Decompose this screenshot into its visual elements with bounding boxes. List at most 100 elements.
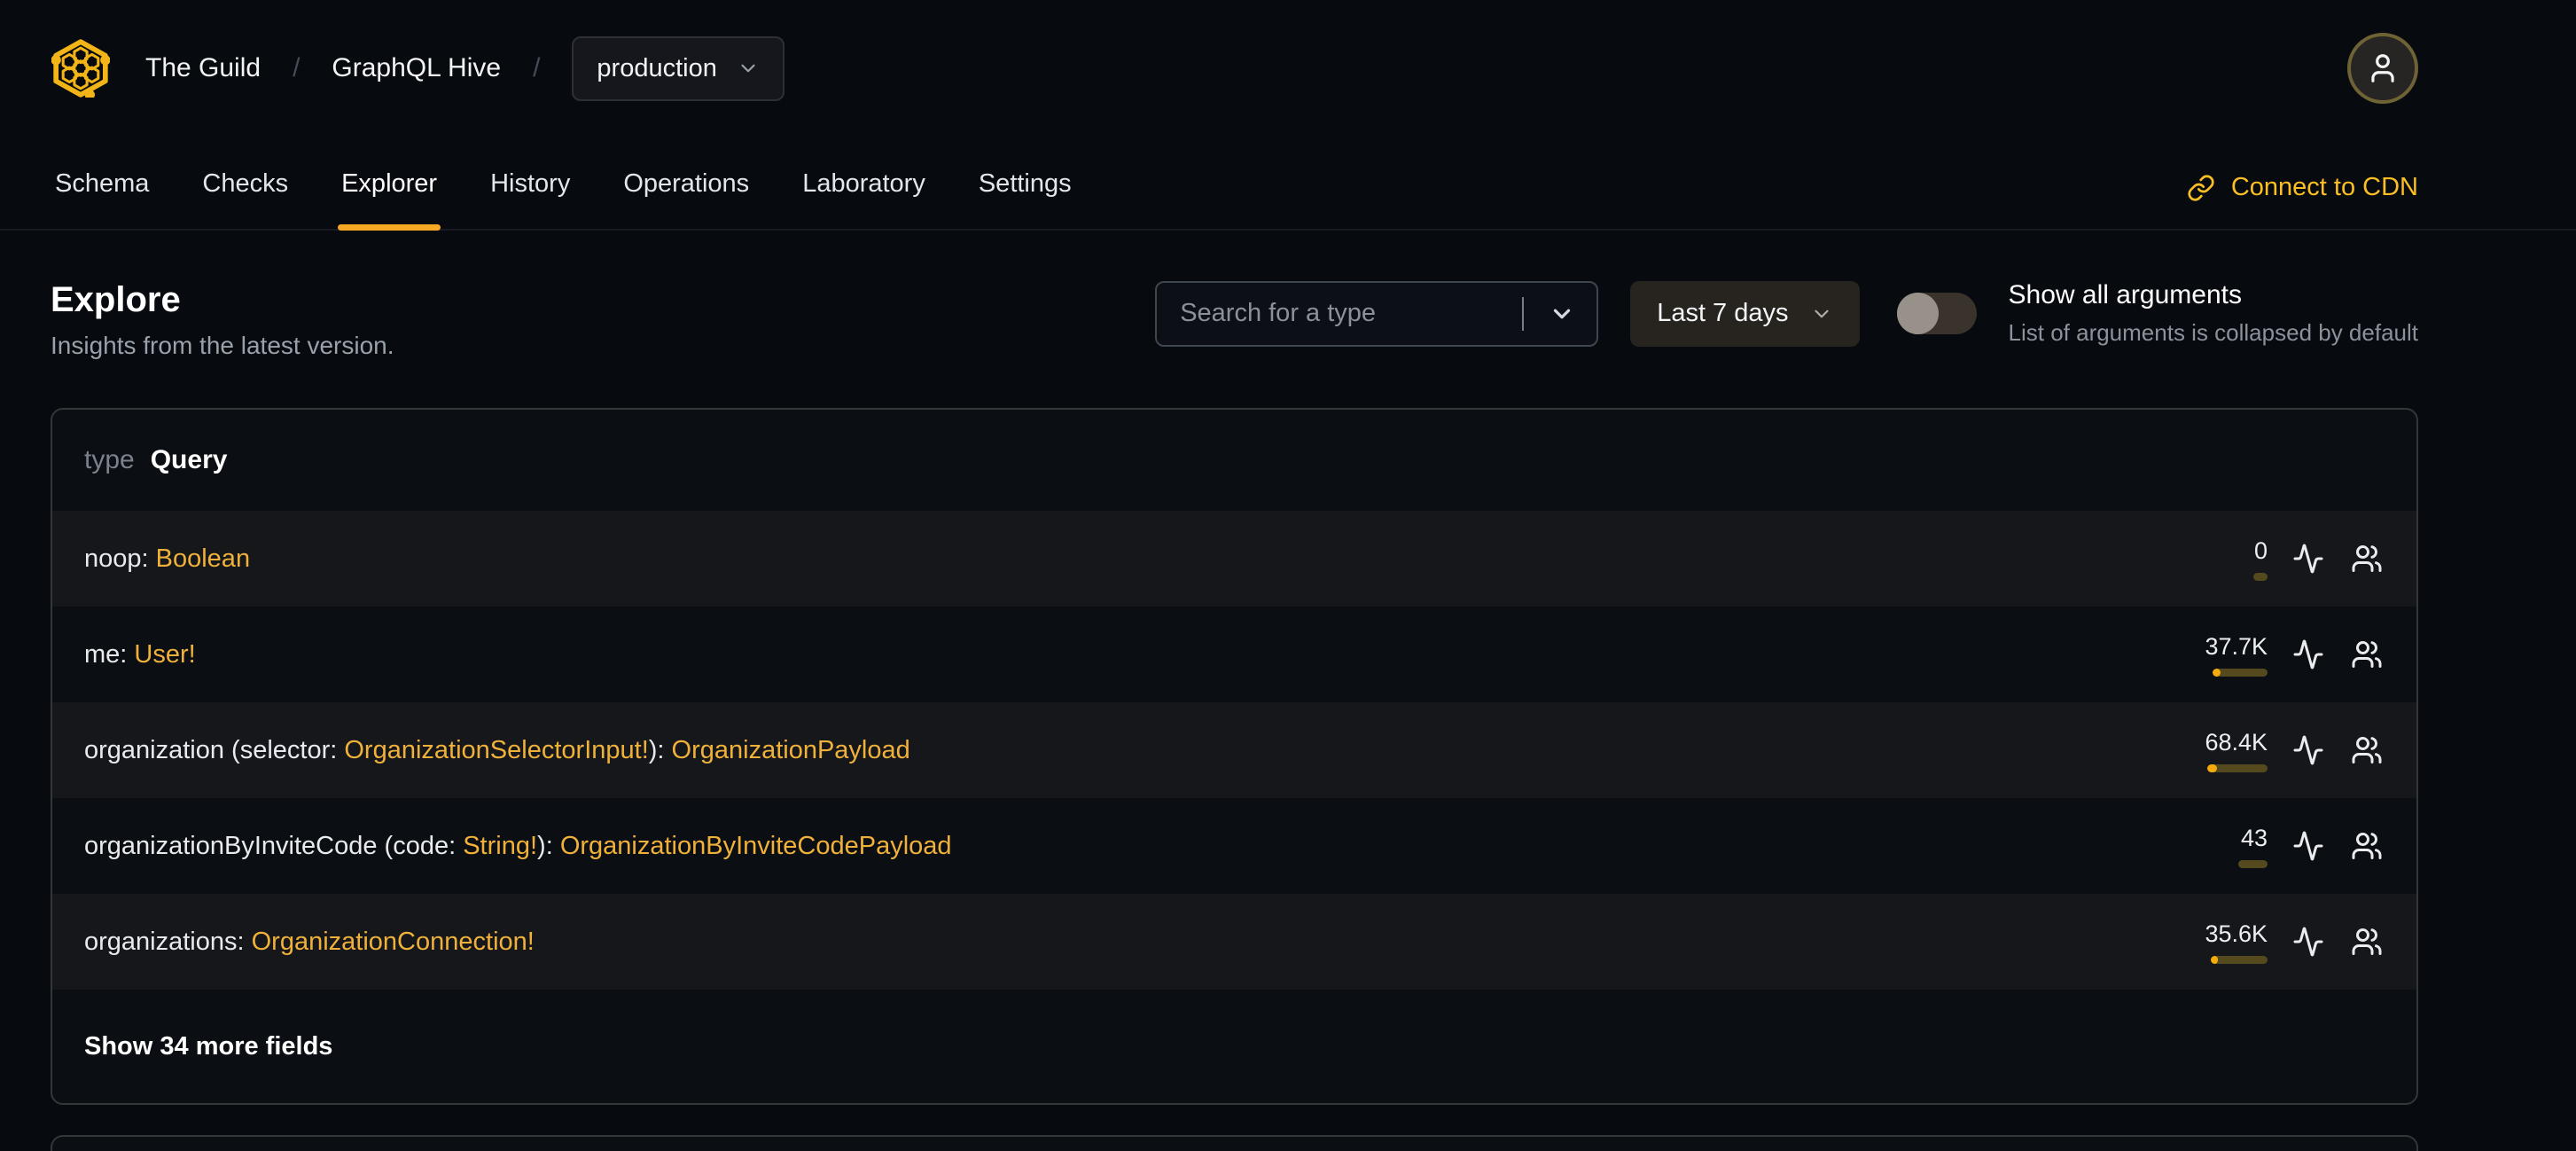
- field-clients-button[interactable]: [2349, 828, 2385, 864]
- field-activity-button[interactable]: [2291, 637, 2326, 672]
- field-text: me:: [84, 639, 135, 669]
- field-usage-cluster: 0: [2163, 537, 2385, 581]
- tab-settings[interactable]: Settings: [952, 169, 1098, 229]
- usage-count: 43: [2240, 824, 2268, 851]
- usage-count-block: 0: [2163, 537, 2268, 581]
- target-selector-value: production: [597, 53, 717, 82]
- field-clients-button[interactable]: [2349, 732, 2385, 768]
- toggle-knob: [1896, 293, 1939, 334]
- field-type-ref[interactable]: OrganizationByInviteCodePayload: [560, 832, 952, 860]
- tab-history[interactable]: History: [464, 169, 597, 229]
- usage-count-block: 43: [2163, 825, 2268, 868]
- usage-bar: [2211, 955, 2268, 964]
- tab-bar: Schema Checks Explorer History Operations Lab…: [0, 124, 2576, 231]
- breadcrumb-org[interactable]: The Guild: [145, 53, 261, 83]
- activity-icon: [2293, 831, 2323, 861]
- combobox-divider: [1522, 296, 1525, 331]
- field-row[interactable]: organizations: OrganizationConnection! 35…: [52, 894, 2416, 990]
- field-activity-button[interactable]: [2291, 828, 2326, 864]
- tab-operations[interactable]: Operations: [597, 169, 776, 229]
- type-search-input[interactable]: [1157, 299, 1612, 328]
- hive-logo-icon[interactable]: [51, 39, 110, 98]
- combobox-chevron-button[interactable]: [1549, 301, 1575, 327]
- field-type-ref[interactable]: User!: [134, 640, 195, 669]
- users-icon: [2352, 833, 2382, 859]
- page-title: Explore: [51, 280, 181, 319]
- field-activity-button[interactable]: [2291, 924, 2326, 959]
- usage-count: 35.6K: [2205, 920, 2268, 947]
- chevron-down-icon: [1554, 309, 1571, 318]
- field-signature: organizations: OrganizationConnection!: [84, 928, 535, 957]
- show-more-fields-button[interactable]: Show 34 more fields: [52, 990, 2416, 1103]
- show-arguments-toggle[interactable]: [1896, 293, 1977, 334]
- field-type-ref[interactable]: Boolean: [156, 544, 250, 573]
- field-row[interactable]: noop: Boolean 0: [52, 511, 2416, 607]
- tab-explorer[interactable]: Explorer: [315, 169, 464, 231]
- breadcrumb-separator: /: [533, 53, 541, 82]
- field-signature: organizationByInviteCode (code: String!)…: [84, 832, 952, 861]
- page-title-block: Explore Insights from the latest version…: [51, 280, 394, 360]
- top-bar: The Guild / GraphQL Hive / production: [0, 0, 2576, 124]
- field-usage-cluster: 43: [2163, 825, 2385, 868]
- field-text: ):: [537, 831, 560, 860]
- field-text: organizationByInviteCode (code:: [84, 831, 464, 860]
- usage-bar: [2213, 668, 2268, 677]
- activity-icon: [2293, 639, 2323, 669]
- target-selector-button[interactable]: production: [572, 35, 785, 101]
- breadcrumb: The Guild / GraphQL Hive / production: [145, 35, 785, 101]
- field-usage-cluster: 68.4K: [2163, 729, 2385, 772]
- usage-count: 0: [2253, 536, 2268, 564]
- usage-count-block: 37.7K: [2163, 633, 2268, 677]
- type-search-combobox: [1155, 280, 1612, 347]
- field-row[interactable]: organizationByInviteCode (code: String!)…: [52, 798, 2416, 894]
- tab-checks[interactable]: Checks: [176, 169, 315, 229]
- breadcrumb-project[interactable]: GraphQL Hive: [332, 53, 501, 83]
- field-type-ref[interactable]: OrganizationPayload: [672, 736, 910, 764]
- page-head: Explore Insights from the latest version…: [51, 280, 2418, 360]
- users-icon: [2352, 737, 2382, 763]
- users-icon: [2352, 641, 2382, 668]
- field-type-ref[interactable]: OrganizationSelectorInput!: [344, 736, 648, 764]
- chevron-down-icon: [741, 64, 755, 73]
- field-activity-button[interactable]: [2291, 541, 2326, 576]
- usage-bar: [2238, 859, 2268, 868]
- type-card-header: type Query: [52, 410, 2416, 511]
- users-icon: [2352, 545, 2382, 572]
- field-row[interactable]: me: User! 37.7K: [52, 607, 2416, 702]
- type-name: Query: [150, 445, 228, 474]
- field-row[interactable]: organization (selector: OrganizationSele…: [52, 702, 2416, 798]
- user-icon: [2371, 54, 2394, 82]
- activity-icon: [2293, 735, 2323, 765]
- connect-cdn-button[interactable]: Connect to CDN: [2187, 173, 2418, 229]
- field-text: noop:: [84, 544, 156, 573]
- toggle-label: Show all arguments: [2008, 280, 2242, 309]
- page-subtitle: Insights from the latest version.: [51, 332, 394, 359]
- tab-laboratory[interactable]: Laboratory: [776, 169, 952, 229]
- usage-count: 68.4K: [2205, 728, 2268, 756]
- field-activity-button[interactable]: [2291, 732, 2326, 768]
- tab-schema[interactable]: Schema: [28, 169, 176, 229]
- tabs: Schema Checks Explorer History Operations Lab…: [28, 124, 1098, 231]
- usage-bar: [2207, 763, 2268, 772]
- field-text: organizations:: [84, 927, 252, 956]
- next-card-partial: [51, 1135, 2418, 1151]
- field-signature: noop: Boolean: [84, 544, 250, 574]
- schema-type-card: type Query noop: Boolean 0 me: User! 37.7K o…: [51, 408, 2418, 1105]
- field-type-ref[interactable]: String!: [463, 832, 537, 860]
- usage-count-block: 68.4K: [2163, 729, 2268, 772]
- field-clients-button[interactable]: [2349, 637, 2385, 672]
- field-type-ref[interactable]: OrganizationConnection!: [252, 928, 535, 956]
- breadcrumb-separator: /: [293, 53, 301, 82]
- type-kind-label: type: [84, 445, 135, 474]
- toggle-labels: Show all arguments List of arguments is …: [2009, 280, 2418, 347]
- user-menu-button[interactable]: [2347, 33, 2418, 104]
- field-clients-button[interactable]: [2349, 924, 2385, 959]
- usage-count: 37.7K: [2205, 632, 2268, 660]
- field-clients-button[interactable]: [2349, 541, 2385, 576]
- activity-icon: [2293, 544, 2323, 574]
- period-select-button[interactable]: Last 7 days: [1630, 280, 1860, 347]
- period-select-value: Last 7 days: [1657, 299, 1789, 327]
- field-usage-cluster: 35.6K: [2163, 920, 2385, 964]
- users-icon: [2352, 928, 2382, 955]
- field-text: ):: [648, 735, 672, 764]
